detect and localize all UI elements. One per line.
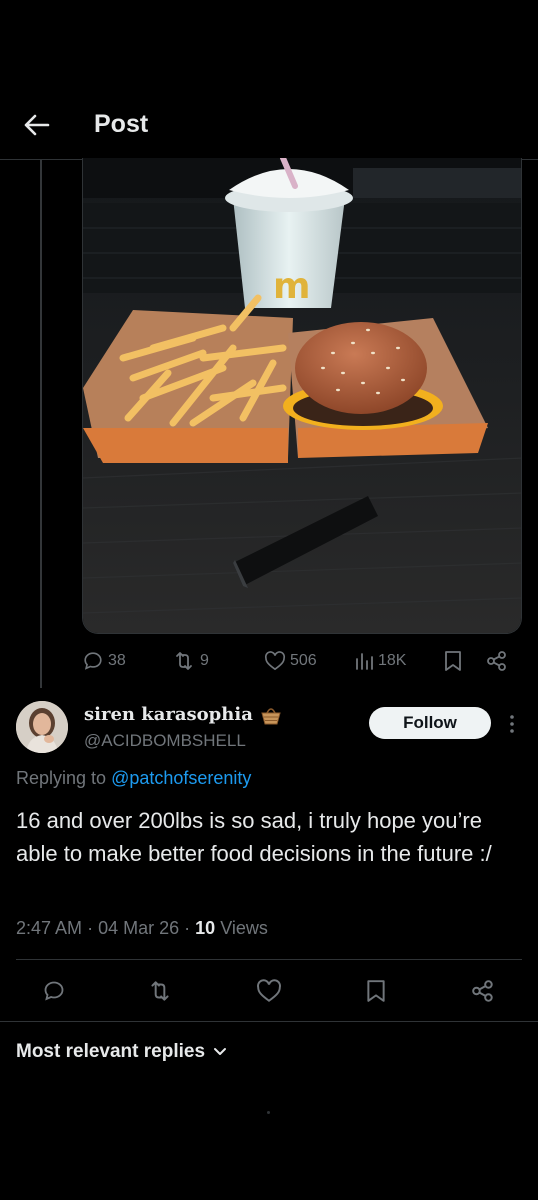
chevron-down-icon [214, 1048, 227, 1055]
separator-dot: · [87, 918, 94, 938]
share-icon [487, 651, 506, 671]
reply-actions-bar [0, 960, 538, 1020]
timestamp-line: 2:47 AM · 04 Mar 26 · 10 Views [16, 918, 268, 939]
post-time[interactable]: 2:47 AM [16, 918, 82, 938]
food-photo: m [83, 158, 521, 633]
share-button[interactable] [469, 977, 497, 1005]
reply-sort-dropdown[interactable]: Most relevant replies [16, 1041, 227, 1063]
reply-count-label: 38 [108, 652, 126, 669]
thread-connector-line [40, 160, 42, 688]
divider [0, 1021, 538, 1022]
share-button[interactable] [486, 646, 508, 676]
post-stats-bar: 38 9 506 18K [82, 646, 522, 676]
svg-text:m: m [273, 266, 311, 307]
display-name-text: siren karasophia [84, 704, 253, 725]
heart-icon [257, 979, 281, 1002]
like-count[interactable]: 506 [264, 646, 317, 676]
heart-icon [264, 651, 286, 671]
more-options-icon[interactable] [502, 711, 522, 737]
page-title: Post [94, 110, 149, 138]
sort-label: Most relevant replies [16, 1041, 206, 1062]
post-image[interactable]: m [82, 158, 522, 634]
loading-indicator [267, 1111, 270, 1114]
view-count[interactable]: 18K [354, 646, 406, 676]
repost-count[interactable]: 9 [172, 646, 209, 676]
mention-link[interactable]: @patchofserenity [111, 768, 251, 788]
back-arrow-icon[interactable] [20, 108, 54, 142]
user-handle[interactable]: @ACIDBOMBSHELL [84, 731, 246, 751]
display-name[interactable]: siren karasophia [84, 704, 283, 725]
like-button[interactable] [255, 977, 283, 1005]
replying-prefix: Replying to [16, 768, 112, 788]
reply-button[interactable] [40, 977, 68, 1005]
top-bar: Post [0, 88, 538, 160]
views-count: 10 [195, 918, 216, 938]
repost-icon [151, 981, 169, 1001]
tweet-text: 16 and over 200lbs is so sad, i truly ho… [16, 808, 492, 866]
avatar[interactable] [16, 701, 68, 753]
views-label: Views [220, 918, 268, 938]
share-icon [472, 980, 493, 1002]
bookmark-button[interactable] [444, 646, 462, 676]
follow-button[interactable]: Follow [369, 707, 491, 739]
bookmark-icon [367, 980, 385, 1002]
basket-emoji-icon [261, 707, 281, 724]
repost-icon [176, 652, 192, 670]
replying-to-line: Replying to @patchofserenity [16, 768, 251, 789]
comment-icon [44, 981, 64, 1001]
bookmark-button[interactable] [362, 977, 390, 1005]
view-count-label: 18K [378, 652, 407, 669]
post-date[interactable]: 04 Mar 26 [98, 918, 179, 938]
separator-dot: · [184, 918, 191, 938]
reply-count[interactable]: 38 [82, 646, 126, 676]
like-count-label: 506 [290, 652, 317, 669]
bookmark-icon [445, 651, 461, 671]
analytics-icon [356, 653, 373, 670]
comment-icon [84, 652, 102, 670]
repost-button[interactable] [146, 977, 174, 1005]
repost-count-label: 9 [200, 652, 209, 669]
